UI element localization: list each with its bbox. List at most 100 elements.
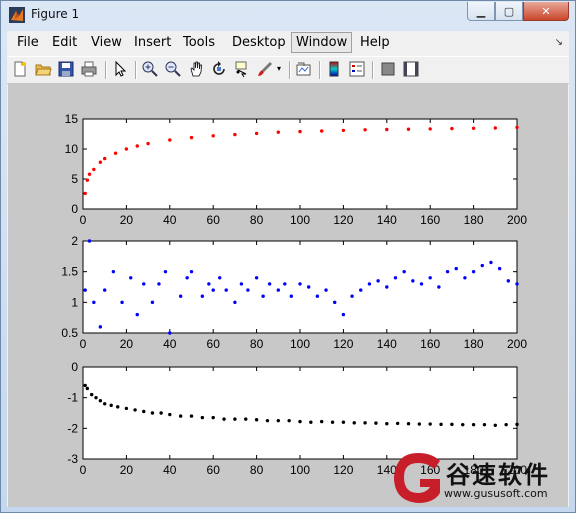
data-cursor-icon[interactable] (233, 60, 251, 78)
data-point (168, 331, 172, 335)
data-point (445, 269, 450, 274)
window-title: Figure 1 (31, 7, 80, 21)
toolbar-separator (372, 61, 374, 79)
data-point (189, 135, 194, 140)
data-point (89, 392, 94, 397)
x-tick-label: 120 (333, 463, 353, 477)
x-tick-label: 60 (207, 337, 221, 351)
data-point (233, 300, 237, 305)
data-point (471, 269, 476, 274)
toolbar-separator (319, 61, 321, 79)
data-point (83, 288, 87, 292)
x-tick-label: 100 (290, 337, 310, 351)
menu-edit[interactable]: Edit (52, 35, 77, 50)
menu-view[interactable]: View (91, 35, 122, 50)
title-bar[interactable]: Figure 1 ▁ ▢ ✕ (1, 1, 575, 29)
data-point (376, 279, 380, 283)
show-plot-tools-icon[interactable] (402, 60, 420, 78)
data-point (283, 282, 287, 286)
brush-dropdown-icon[interactable]: ▾ (277, 64, 281, 73)
x-tick-label: 80 (250, 463, 264, 477)
legend-icon[interactable] (348, 60, 366, 78)
pan-icon[interactable] (187, 60, 205, 78)
data-point (233, 132, 237, 137)
data-point (497, 266, 502, 271)
matlab-logo-icon (9, 7, 25, 23)
x-tick-label: 0 (80, 213, 87, 227)
data-point (94, 395, 98, 400)
data-point (406, 127, 411, 131)
menu-desktop[interactable]: Desktop (232, 35, 286, 50)
data-point (363, 128, 367, 132)
maximize-icon: ▢ (503, 4, 515, 18)
link-plot-icon[interactable] (295, 60, 313, 78)
maximize-button[interactable]: ▢ (495, 2, 523, 21)
data-point (298, 129, 302, 134)
data-point (98, 325, 103, 329)
data-point (254, 131, 259, 136)
toolbar-separator (289, 61, 291, 79)
data-point (482, 422, 487, 427)
brush-icon[interactable] (256, 60, 274, 78)
x-tick-label: 100 (290, 213, 310, 227)
minimize-button[interactable]: ▁ (467, 2, 495, 21)
new-figure-icon[interactable] (11, 60, 29, 78)
menu-window[interactable]: Window (291, 32, 353, 53)
data-point (315, 294, 320, 298)
data-point (515, 422, 519, 427)
data-point (222, 417, 226, 421)
watermark: 谷速软件 www.gususoft.com (388, 449, 568, 507)
rotate-3d-icon[interactable] (210, 60, 228, 78)
data-point (265, 418, 270, 423)
menu-help[interactable]: Help (360, 35, 390, 50)
data-point (218, 276, 222, 280)
data-point (506, 279, 511, 283)
data-point (480, 263, 484, 268)
figure-plots: 0 20 40 60 80 100 120 140 160 180 2000510150 20 40 60… (61, 112, 527, 477)
data-point (437, 285, 441, 289)
close-button[interactable]: ✕ (523, 2, 569, 21)
figure-canvas: 0 20 40 60 80 100 120 140 160 180 200 0 5 10 15 0 20 40 60… (8, 83, 568, 507)
x-tick-label: 40 (163, 213, 177, 227)
edit-plot-icon[interactable] (111, 60, 129, 78)
x-tick-label: 0 (80, 337, 87, 351)
y-tick-label: 5 (71, 172, 78, 186)
x-tick-label: 120 (333, 337, 353, 351)
data-point (103, 156, 107, 161)
data-point (463, 276, 467, 280)
data-point (211, 415, 215, 420)
data-point (341, 128, 346, 133)
open-file-icon[interactable] (34, 60, 52, 78)
data-point (489, 260, 493, 265)
data-point (471, 126, 476, 130)
data-point (461, 422, 465, 427)
zoom-out-icon[interactable] (164, 60, 182, 78)
menu-insert[interactable]: Insert (134, 35, 171, 50)
data-point (103, 288, 107, 292)
data-point (111, 269, 116, 274)
save-icon[interactable] (57, 60, 75, 78)
y-tick-label: 1.5 (61, 265, 78, 279)
y-tick-label: 0 (71, 360, 78, 374)
data-point (233, 417, 237, 421)
colorbar-icon[interactable] (325, 60, 343, 78)
data-point (439, 422, 443, 427)
zoom-in-icon[interactable] (141, 60, 159, 78)
hide-plot-tools-icon[interactable] (379, 60, 397, 78)
data-point (341, 312, 346, 317)
data-point (92, 300, 96, 305)
data-point (515, 125, 519, 130)
x-tick-label: 200 (507, 337, 527, 351)
y-tick-label: -3 (67, 452, 78, 466)
menu-tools[interactable]: Tools (183, 35, 215, 50)
data-point (450, 126, 454, 131)
x-tick-label: 20 (120, 213, 134, 227)
y-tick-label: 2 (71, 234, 78, 248)
data-point (450, 422, 454, 427)
dock-arrow-icon[interactable]: ↘ (555, 37, 563, 48)
x-tick-label: 60 (207, 463, 221, 477)
print-icon[interactable] (80, 60, 98, 78)
menu-file[interactable]: File (17, 35, 39, 50)
data-point (411, 279, 415, 283)
x-tick-label: 60 (207, 213, 221, 227)
